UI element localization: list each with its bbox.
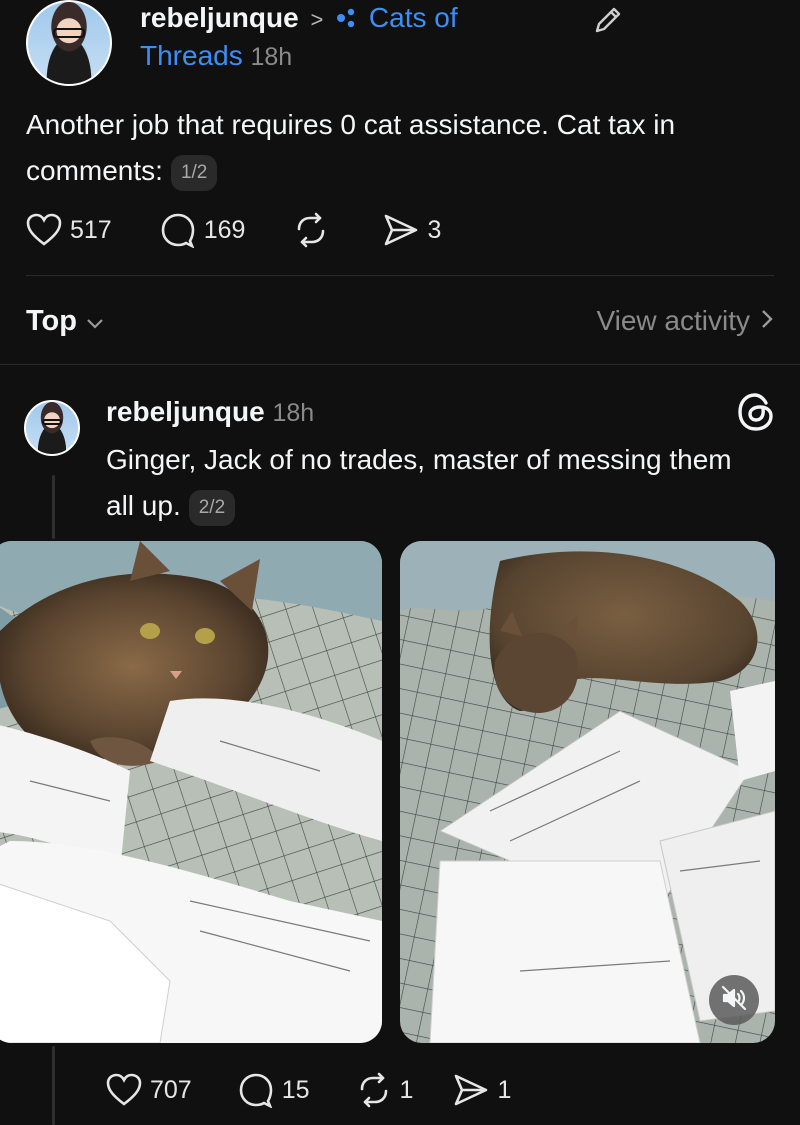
share-button[interactable]: 3 bbox=[383, 213, 441, 247]
share-count: 3 bbox=[427, 215, 442, 244]
comment-icon bbox=[238, 1072, 274, 1108]
pencil-icon[interactable] bbox=[592, 4, 624, 41]
post-text-block: Another job that requires 0 cat assistan… bbox=[26, 102, 786, 194]
post-header: rebeljunque > Cats of bbox=[140, 0, 458, 38]
sort-bar: Top View activity bbox=[26, 300, 774, 342]
heart-icon bbox=[26, 213, 62, 247]
comment-icon bbox=[160, 212, 196, 248]
sort-label: Top bbox=[26, 304, 77, 337]
reply-share-count: 1 bbox=[497, 1075, 512, 1104]
send-icon bbox=[453, 1073, 489, 1107]
author-username[interactable]: rebeljunque bbox=[140, 2, 299, 33]
post-text: Another job that requires 0 cat assistan… bbox=[26, 109, 676, 186]
community-name[interactable]: Cats of bbox=[369, 2, 458, 33]
like-count: 517 bbox=[70, 215, 112, 244]
cat-photo-1[interactable] bbox=[0, 541, 382, 1043]
reply-repost-button[interactable]: 1 bbox=[356, 1072, 414, 1108]
page-indicator: 1/2 bbox=[170, 154, 218, 191]
mute-toggle-button[interactable] bbox=[709, 975, 759, 1025]
reply-button[interactable]: 169 bbox=[160, 212, 246, 248]
muted-speaker-icon bbox=[720, 984, 748, 1017]
divider bbox=[0, 364, 800, 365]
reply-share-button[interactable]: 1 bbox=[453, 1073, 511, 1107]
divider bbox=[26, 275, 774, 276]
view-activity-link[interactable]: View activity bbox=[596, 305, 774, 337]
sort-dropdown[interactable]: Top bbox=[26, 305, 105, 338]
reply-username[interactable]: rebeljunque bbox=[106, 396, 265, 427]
community-separator: > bbox=[310, 7, 324, 32]
reply-page-indicator: 2/2 bbox=[188, 489, 236, 526]
chevron-right-icon bbox=[760, 305, 774, 337]
reply-repost-count: 1 bbox=[399, 1075, 414, 1104]
reply-time: 18h bbox=[272, 399, 315, 427]
thread-line bbox=[52, 1046, 55, 1125]
reply-actions: 707 15 1 1 bbox=[106, 1070, 511, 1110]
post-actions: 517 169 3 bbox=[26, 210, 441, 250]
post-time: 18h bbox=[250, 43, 293, 71]
cat-video-2[interactable] bbox=[400, 541, 775, 1043]
chevron-down-icon bbox=[85, 305, 105, 338]
author-avatar[interactable] bbox=[26, 0, 112, 86]
reply-like-button[interactable]: 707 bbox=[106, 1073, 192, 1107]
reply-author-avatar[interactable] bbox=[24, 400, 80, 456]
post-header-line2: Threads 18h bbox=[140, 38, 292, 75]
send-icon bbox=[383, 213, 419, 247]
repost-icon bbox=[356, 1072, 392, 1108]
like-button[interactable]: 517 bbox=[26, 213, 112, 247]
view-activity-label: View activity bbox=[596, 305, 750, 336]
reply-count: 169 bbox=[203, 215, 246, 244]
reply-text-block: Ginger, Jack of no trades, master of mes… bbox=[106, 437, 756, 529]
reply-reply-button[interactable]: 15 bbox=[238, 1072, 310, 1108]
reply-like-count: 707 bbox=[150, 1075, 192, 1104]
heart-icon bbox=[106, 1073, 142, 1107]
reply-header: rebeljunque 18h bbox=[106, 394, 314, 431]
community-name-cont[interactable]: Threads bbox=[140, 40, 243, 71]
reply-reply-count: 15 bbox=[281, 1075, 310, 1104]
threads-logo-icon[interactable] bbox=[736, 392, 776, 432]
community-dots-icon bbox=[335, 2, 361, 38]
repost-icon bbox=[293, 212, 329, 248]
repost-button[interactable] bbox=[293, 212, 337, 248]
thread-line bbox=[52, 475, 55, 539]
